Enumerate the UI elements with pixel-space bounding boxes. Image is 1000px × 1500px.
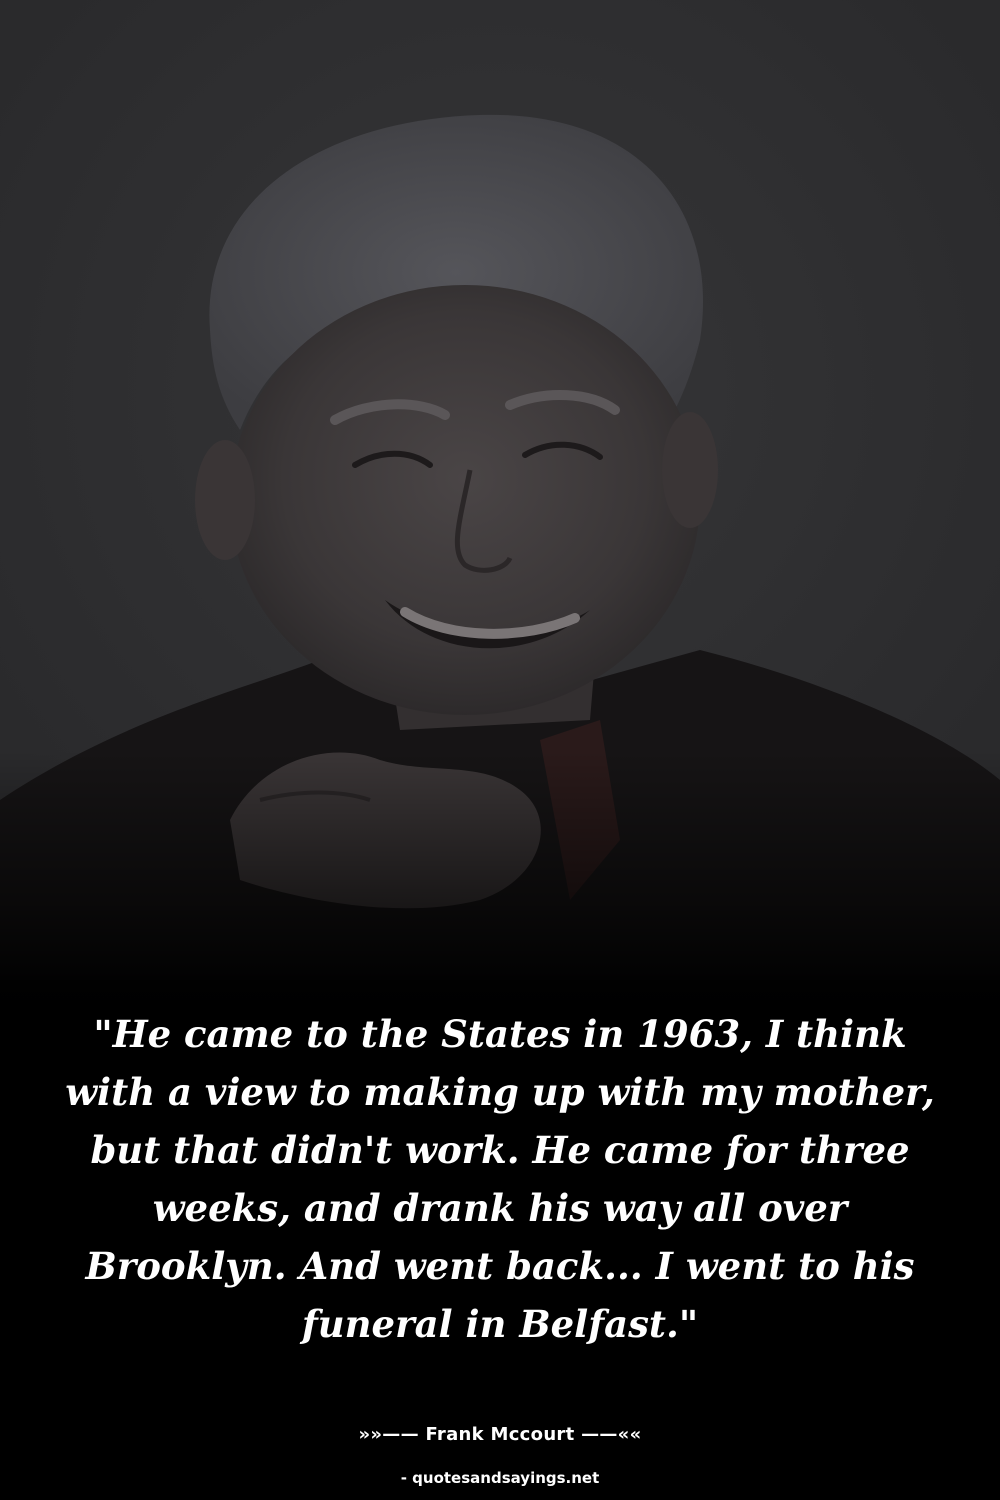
quote-card: "He came to the States in 1963, I think …: [0, 0, 1000, 1500]
author-attribution: »»—— Frank Mccourt ——««: [358, 1424, 642, 1445]
quote-text: "He came to the States in 1963, I think …: [65, 1012, 935, 1346]
quote-block: "He came to the States in 1963, I think …: [60, 1005, 940, 1353]
author-portrait: [0, 0, 1000, 980]
source-credit: - quotesandsayings.net: [400, 1469, 600, 1487]
